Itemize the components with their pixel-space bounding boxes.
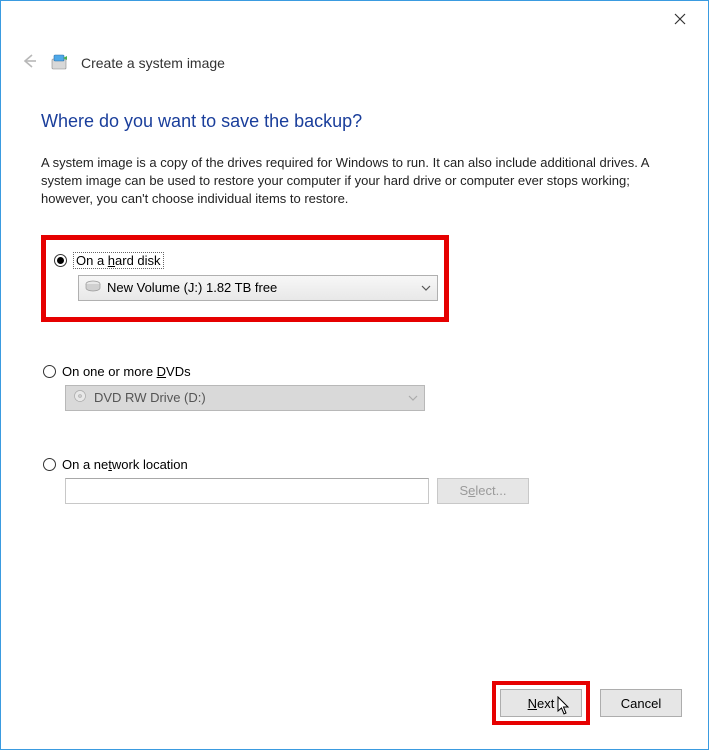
radio-icon bbox=[54, 254, 67, 267]
chevron-down-icon bbox=[408, 392, 418, 404]
select-location-button: Select... bbox=[437, 478, 529, 504]
app-icon bbox=[51, 53, 69, 74]
main-heading: Where do you want to save the backup? bbox=[41, 111, 668, 132]
wizard-window: Create a system image Where do you want … bbox=[0, 0, 709, 750]
header: Create a system image bbox=[1, 39, 708, 75]
option-dvd-label: On one or more DVDs bbox=[62, 364, 191, 379]
dvd-selected-value: DVD RW Drive (D:) bbox=[94, 390, 402, 405]
titlebar bbox=[1, 1, 708, 39]
network-path-input[interactable] bbox=[65, 478, 429, 504]
option-network[interactable]: On a network location bbox=[41, 457, 668, 472]
option-hard-disk[interactable]: On a hard disk bbox=[54, 252, 436, 269]
option-network-section: On a network location Select... bbox=[41, 457, 668, 504]
next-button-highlight: Next bbox=[492, 681, 590, 725]
content: Where do you want to save the backup? A … bbox=[1, 75, 708, 504]
disc-icon bbox=[72, 390, 88, 405]
drive-icon bbox=[85, 280, 101, 295]
network-row: Select... bbox=[65, 478, 668, 504]
option-network-label: On a network location bbox=[62, 457, 188, 472]
page-title: Create a system image bbox=[81, 55, 225, 71]
close-icon[interactable] bbox=[670, 12, 690, 28]
radio-icon bbox=[43, 458, 56, 471]
option-dvd-section: On one or more DVDs DVD RW Drive (D:) bbox=[41, 364, 668, 411]
dvd-dropdown: DVD RW Drive (D:) bbox=[65, 385, 425, 411]
chevron-down-icon bbox=[421, 282, 431, 294]
hard-disk-dropdown[interactable]: New Volume (J:) 1.82 TB free bbox=[78, 275, 438, 301]
option-hard-disk-label: On a hard disk bbox=[73, 252, 164, 269]
hard-disk-highlight: On a hard disk New Volume (J:) 1.82 TB f… bbox=[41, 235, 449, 322]
hard-disk-selected-value: New Volume (J:) 1.82 TB free bbox=[107, 280, 415, 295]
main-description: A system image is a copy of the drives r… bbox=[41, 154, 668, 209]
back-arrow-icon bbox=[19, 51, 39, 75]
option-dvd[interactable]: On one or more DVDs bbox=[41, 364, 668, 379]
radio-icon bbox=[43, 365, 56, 378]
next-button[interactable]: Next bbox=[500, 689, 582, 717]
cancel-button[interactable]: Cancel bbox=[600, 689, 682, 717]
footer: Next Cancel bbox=[492, 681, 682, 725]
cursor-icon bbox=[557, 696, 571, 716]
